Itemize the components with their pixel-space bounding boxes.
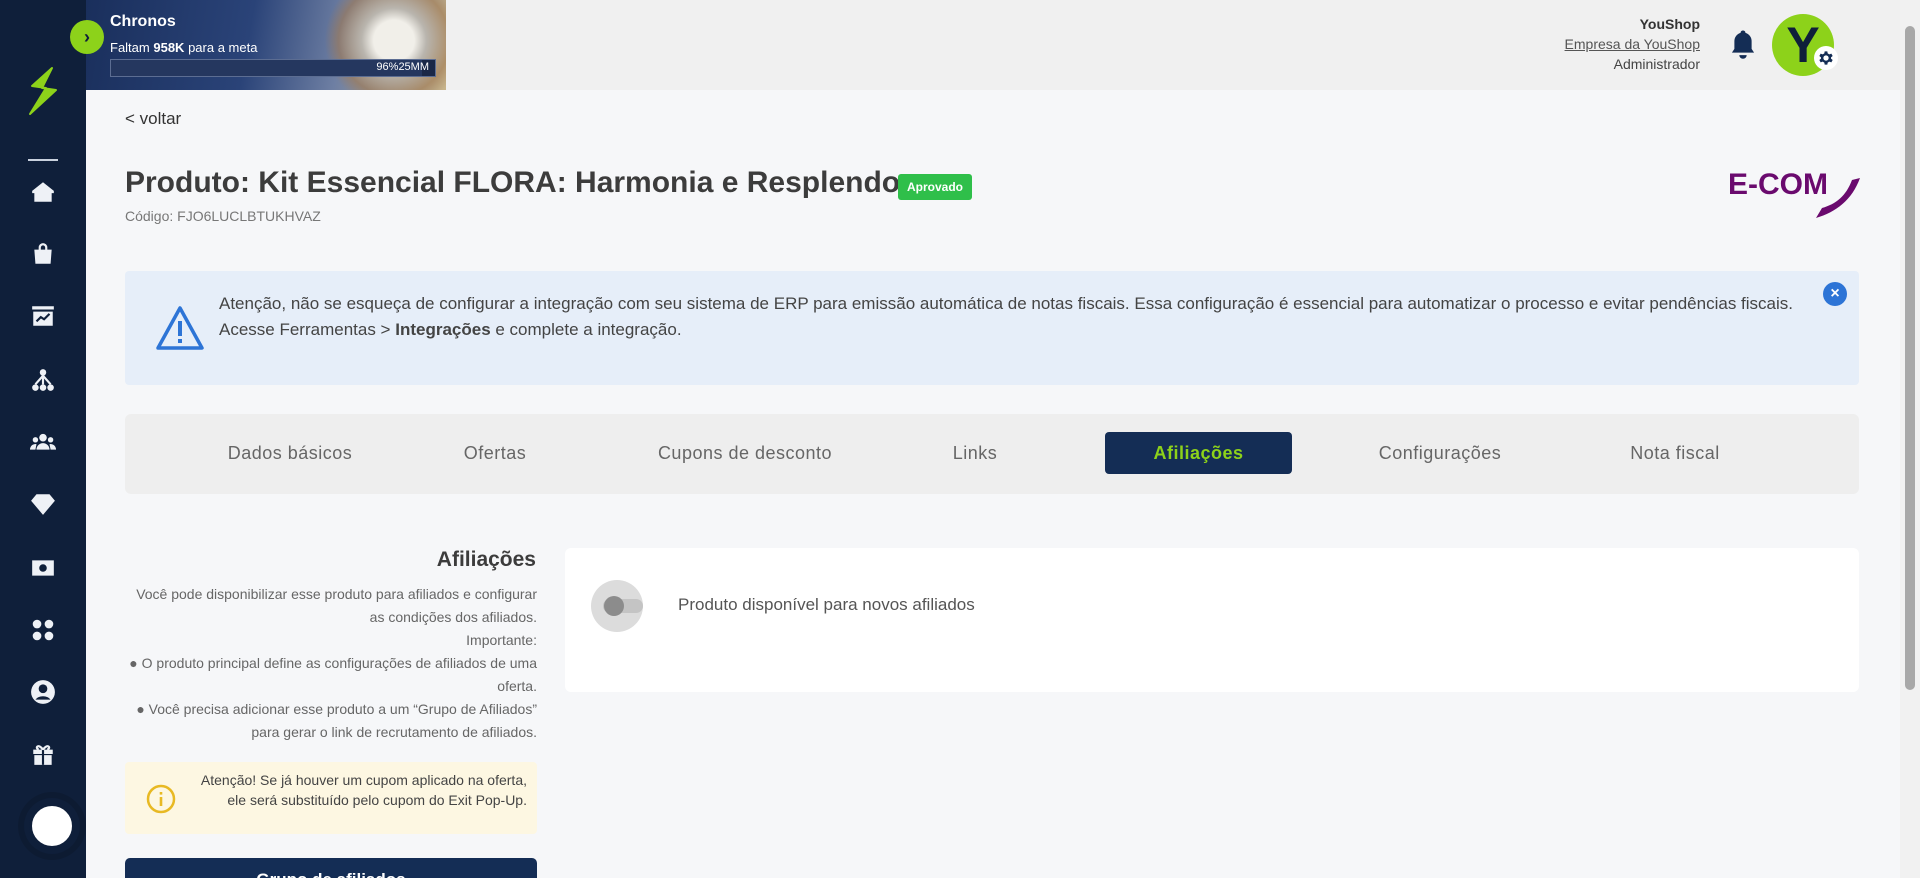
alert-integrations-link: Integrações xyxy=(395,320,491,339)
network-icon[interactable] xyxy=(27,364,59,396)
chronos-subtitle: Faltam 958K para a meta xyxy=(110,40,257,55)
dashboard-chart-icon[interactable] xyxy=(27,300,59,332)
tab-afiliacoes[interactable]: Afiliações xyxy=(1105,432,1292,474)
alert-message: Atenção, não se esqueça de configurar a … xyxy=(219,291,1809,343)
chevron-right-icon[interactable]: › xyxy=(70,20,104,54)
tab-ofertas[interactable]: Ofertas xyxy=(420,432,570,474)
affiliations-desc-1: Você pode disponibilizar esse produto pa… xyxy=(136,586,537,625)
affiliates-toggle-label: Produto disponível para novos afiliados xyxy=(678,595,975,614)
app-logo-icon[interactable] xyxy=(22,66,64,116)
chronos-title: Chronos xyxy=(110,13,176,30)
status-badge: Aprovado xyxy=(898,174,973,200)
user-role: Administrador xyxy=(1613,56,1700,72)
erp-alert: Atenção, não se esqueça de configurar a … xyxy=(125,271,1859,385)
close-icon[interactable]: × xyxy=(1823,282,1847,306)
info-circle-icon xyxy=(146,784,176,814)
diamond-icon[interactable] xyxy=(27,488,59,520)
help-chat-button[interactable] xyxy=(24,798,80,854)
money-icon[interactable] xyxy=(27,552,59,584)
chronos-subtitle-suffix: para a meta xyxy=(188,40,258,55)
chronos-progress-fill xyxy=(111,60,423,76)
tab-nota-fiscal[interactable]: Nota fiscal xyxy=(1585,432,1765,474)
users-group-icon[interactable] xyxy=(27,426,59,458)
warning-triangle-icon xyxy=(156,306,204,350)
user-circle-icon[interactable] xyxy=(27,676,59,708)
tab-dados-basicos[interactable]: Dados básicos xyxy=(185,432,395,474)
page-title: Produto: Kit Essencial FLORA: Harmonia e… xyxy=(125,166,912,199)
alert-line-1: Atenção, não se esqueça de configurar a … xyxy=(219,294,1794,313)
create-affiliate-group-button[interactable]: Grupo de afiliados xyxy=(125,858,537,878)
coupon-warning: Atenção! Se já houver um cupom aplicado … xyxy=(125,762,537,834)
affiliations-desc-4: ● Você precisa adicionar esse produto a … xyxy=(136,701,537,740)
chat-icon xyxy=(29,803,75,849)
alert-line-2-prefix: Acesse Ferramentas > xyxy=(219,320,396,339)
bell-icon[interactable] xyxy=(1728,28,1758,60)
product-code: Código: FJO6LUCLBTUKHVAZ xyxy=(125,208,321,224)
scrollbar-thumb[interactable] xyxy=(1905,26,1915,690)
user-name: YouShop xyxy=(1639,16,1700,32)
tab-cupons[interactable]: Cupons de desconto xyxy=(625,432,865,474)
create-affiliate-group-label: Grupo de afiliados xyxy=(256,870,405,878)
gift-icon[interactable] xyxy=(27,738,59,770)
chronos-progress-bar: 96%25MM xyxy=(110,59,436,77)
chronos-progress-text: 96%25MM xyxy=(376,61,429,73)
brand-logo: E-COM xyxy=(1728,168,1860,218)
company-link[interactable]: Empresa da YouShop xyxy=(1565,34,1700,54)
alert-line-2: Acesse Ferramentas > Integrações e compl… xyxy=(219,317,1809,343)
page-scrollbar[interactable] xyxy=(1900,0,1920,878)
toggle-knob xyxy=(604,596,624,616)
gear-icon[interactable] xyxy=(1814,46,1838,70)
home-icon[interactable] xyxy=(27,176,59,208)
sidebar xyxy=(0,0,86,878)
chronos-subtitle-prefix: Faltam xyxy=(110,40,150,55)
user-info: YouShop Empresa da YouShop Administrador xyxy=(1565,14,1700,74)
sidebar-divider xyxy=(28,159,58,161)
coupon-warning-text: Atenção! Se já houver um cupom aplicado … xyxy=(200,772,527,808)
brand-logo-text: E-COM xyxy=(1728,168,1828,201)
affiliations-settings-card: Produto disponível para novos afiliados xyxy=(565,548,1859,692)
product-tabs: Dados básicos Ofertas Cupons de desconto… xyxy=(125,414,1859,494)
affiliates-toggle[interactable] xyxy=(591,580,643,632)
chronos-subtitle-value: 958K xyxy=(153,40,185,55)
affiliations-title: Afiliações xyxy=(436,548,536,571)
tab-links[interactable]: Links xyxy=(915,432,1035,474)
shopping-bag-icon[interactable] xyxy=(27,238,59,270)
apps-grid-icon[interactable] xyxy=(27,614,59,646)
back-link[interactable]: < voltar xyxy=(125,109,181,129)
tab-configuracoes[interactable]: Configurações xyxy=(1335,432,1545,474)
alert-line-2-suffix: e complete a integração. xyxy=(490,320,682,339)
top-bar: Chronos Faltam 958K para a meta 96%25MM … xyxy=(70,0,1900,90)
affiliations-description: Você pode disponibilizar esse produto pa… xyxy=(125,583,537,744)
chronos-goal-banner[interactable]: Chronos Faltam 958K para a meta 96%25MM xyxy=(86,0,446,90)
affiliations-desc-3: ● O produto principal define as configur… xyxy=(129,655,537,694)
avatar-letter: Y xyxy=(1786,17,1820,73)
affiliations-desc-2: Importante: xyxy=(466,632,537,648)
